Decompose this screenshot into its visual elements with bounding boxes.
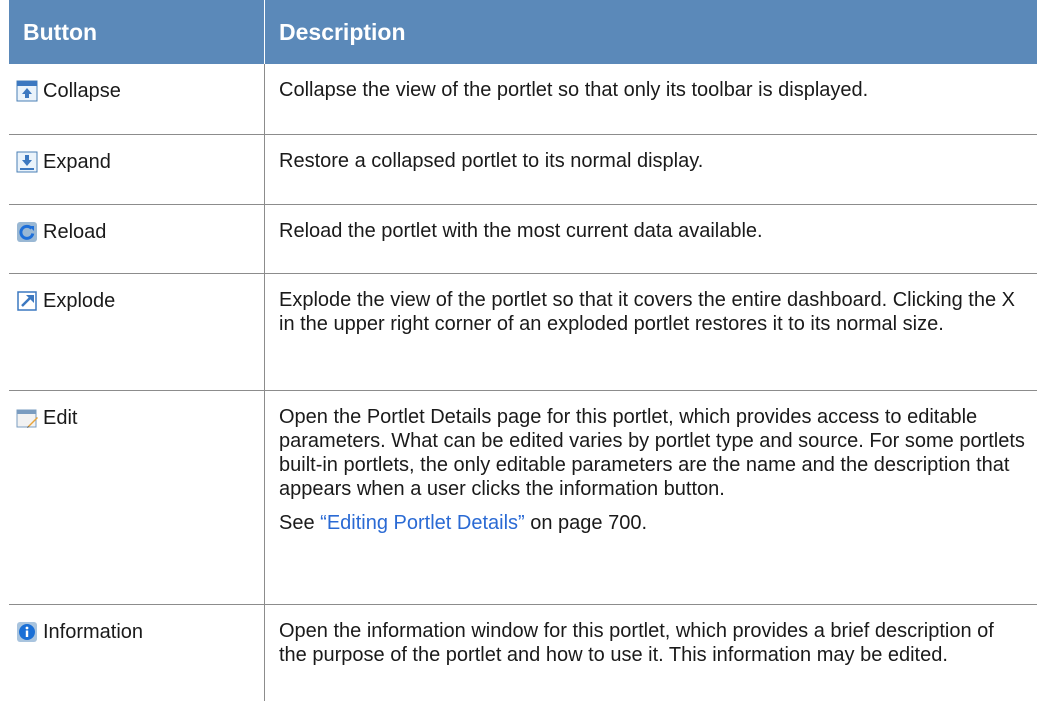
button-cell: Information <box>9 605 265 701</box>
reload-icon[interactable] <box>16 221 38 243</box>
see-reference: See “Editing Portlet Details” on page 70… <box>279 511 1027 535</box>
description-text: Open the information window for this por… <box>279 620 994 666</box>
description-cell: Open the Portlet Details page for this p… <box>265 391 1037 605</box>
button-label: Collapse <box>43 79 121 103</box>
button-label: Reload <box>43 220 106 244</box>
table-row: Edit Open the Portlet Details page for t… <box>9 391 1037 605</box>
button-cell: Explode <box>9 274 265 391</box>
description-cell: Explode the view of the portlet so that … <box>265 274 1037 391</box>
button-label: Edit <box>43 406 77 430</box>
editing-portlet-details-link[interactable]: “Editing Portlet Details” <box>320 512 525 534</box>
description-cell: Collapse the view of the portlet so that… <box>265 64 1037 135</box>
collapse-icon[interactable] <box>16 80 38 102</box>
table-header-row: Button Description <box>9 0 1037 64</box>
button-cell: Collapse <box>9 64 265 135</box>
description-text: Restore a collapsed portlet to its norma… <box>279 150 703 172</box>
button-label: Explode <box>43 289 115 313</box>
description-text: Collapse the view of the portlet so that… <box>279 79 868 101</box>
description-text: Explode the view of the portlet so that … <box>279 289 1015 335</box>
button-label: Information <box>43 620 143 644</box>
description-text: Reload the portlet with the most current… <box>279 220 763 242</box>
header-button: Button <box>9 0 265 64</box>
table-row: Information Open the information window … <box>9 605 1037 701</box>
table-row: Explode Explode the view of the portlet … <box>9 274 1037 391</box>
information-icon[interactable] <box>16 621 38 643</box>
table-row: Expand Restore a collapsed portlet to it… <box>9 135 1037 205</box>
button-label: Expand <box>43 150 111 174</box>
button-cell: Reload <box>9 205 265 274</box>
header-description: Description <box>265 0 1037 64</box>
description-cell: Reload the portlet with the most current… <box>265 205 1037 274</box>
table-row: Reload Reload the portlet with the most … <box>9 205 1037 274</box>
description-text: Open the Portlet Details page for this p… <box>279 406 1025 500</box>
see-suffix: on page 700. <box>525 512 647 534</box>
table-row: Collapse Collapse the view of the portle… <box>9 64 1037 135</box>
button-description-table: Button Description Collapse <box>9 0 1037 701</box>
button-cell: Expand <box>9 135 265 205</box>
edit-icon[interactable] <box>16 407 38 429</box>
see-prefix: See <box>279 512 320 534</box>
description-cell: Open the information window for this por… <box>265 605 1037 701</box>
button-cell: Edit <box>9 391 265 605</box>
description-cell: Restore a collapsed portlet to its norma… <box>265 135 1037 205</box>
explode-icon[interactable] <box>16 290 38 312</box>
expand-icon[interactable] <box>16 151 38 173</box>
